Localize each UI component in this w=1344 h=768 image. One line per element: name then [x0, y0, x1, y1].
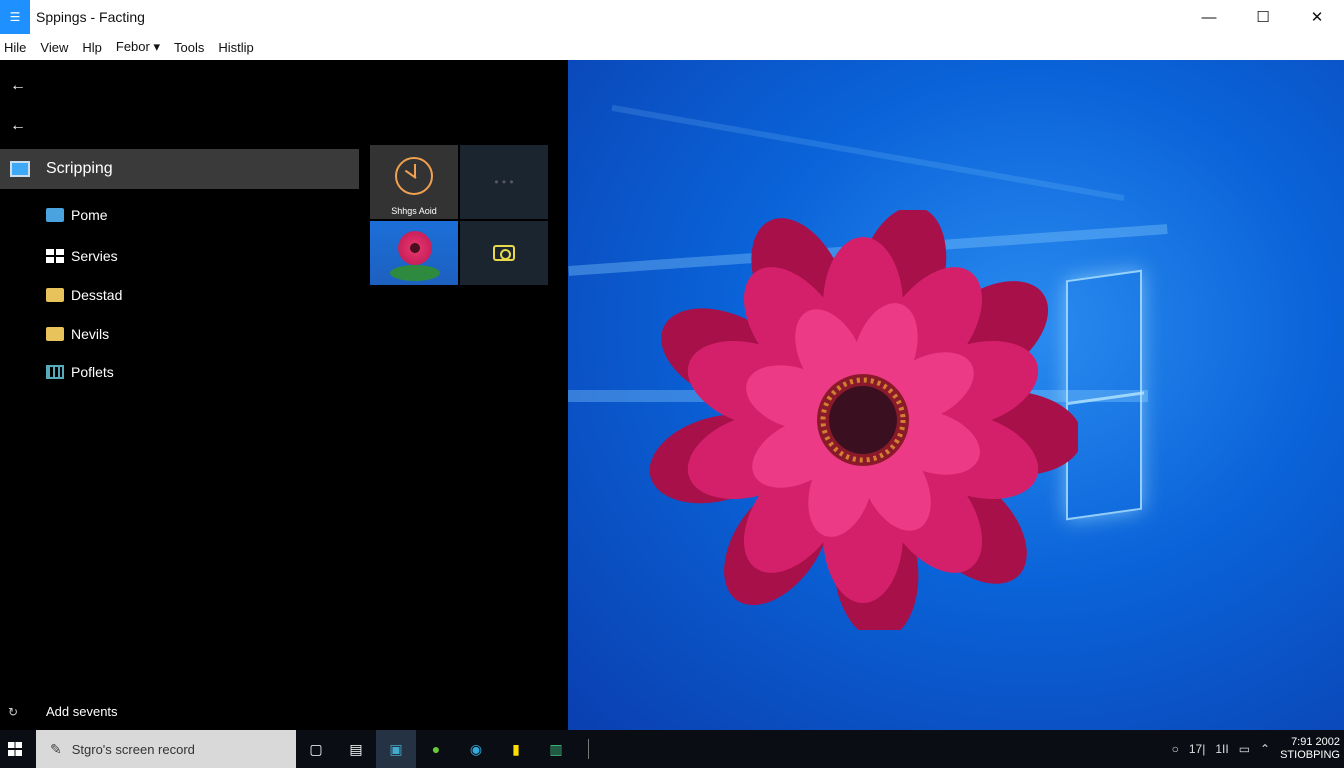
more-icon: • • •: [494, 175, 514, 189]
pink-flower-image: [649, 210, 1078, 630]
tile-flower-thumbnail[interactable]: [370, 221, 458, 285]
tray-indicator[interactable]: 17|: [1189, 742, 1205, 756]
sidebar-item-servies[interactable]: Servies: [46, 245, 118, 267]
title-bar: ☰ Sppings - Facting — ☐ ✕: [0, 0, 1344, 34]
flower-thumbnail-icon: [398, 231, 432, 265]
sidebar-item-scripping[interactable]: Scripping: [0, 149, 359, 189]
add-sevents-label: Add sevents: [46, 704, 118, 719]
folder-blue-icon: [46, 208, 64, 222]
light-beam: [611, 104, 1125, 202]
tile-camera[interactable]: [460, 221, 548, 285]
browser-icon[interactable]: ◉: [456, 730, 496, 768]
system-tray: ○ 17| 1II ▭ ⌃ 7:91 2002 STIOBPING: [1172, 730, 1344, 768]
tray-indicator-2[interactable]: 1II: [1215, 742, 1228, 756]
menu-bar: Hile View Hlp Febor ▾ Tools Histlip: [0, 34, 1344, 60]
sidebar-item-label: Pome: [71, 207, 108, 223]
xbox-icon[interactable]: ●: [416, 730, 456, 768]
keyboard-icon[interactable]: ▭: [1239, 742, 1250, 756]
store-icon[interactable]: ▣: [376, 730, 416, 768]
monitor-icon: [10, 161, 30, 177]
tile-more[interactable]: • • •: [460, 145, 548, 219]
clock-subtext: STIOBPING: [1280, 749, 1340, 761]
sidebar-item-pome[interactable]: Pome: [46, 204, 108, 226]
window-title: Sppings - Facting: [36, 9, 145, 25]
sidebar-item-label: Scripping: [46, 160, 113, 177]
taskbar-search-box[interactable]: ✎ Stgro's screen record: [36, 730, 296, 768]
folder-icon: [46, 288, 64, 302]
menu-view[interactable]: View: [40, 40, 68, 55]
camera-icon: [493, 245, 515, 261]
app-grid-icon[interactable]: ▥: [536, 730, 576, 768]
taskbar: ✎ Stgro's screen record ▢ ▤ ▣ ● ◉ ▮ ▥ ○ …: [0, 730, 1344, 768]
sidebar-item-label: Nevils: [71, 326, 110, 342]
chevron-up-icon[interactable]: ⌃: [1260, 742, 1270, 756]
sidebar-item-label: Poflets: [71, 364, 114, 380]
menu-help[interactable]: Hlp: [82, 40, 102, 55]
menu-file[interactable]: Hile: [4, 40, 26, 55]
folder-icon: [46, 327, 64, 341]
taskbar-separator: [588, 739, 589, 759]
menu-febor[interactable]: Febor ▾: [116, 39, 160, 55]
grid-icon: [46, 365, 64, 379]
app-menu-icon[interactable]: ☰: [0, 0, 30, 34]
sidebar-item-poflets[interactable]: Poflets: [46, 361, 114, 383]
task-view-icon[interactable]: ▢: [296, 730, 336, 768]
taskbar-clock[interactable]: 7:91 2002 STIOBPING: [1280, 736, 1340, 762]
search-placeholder: Stgro's screen record: [71, 741, 195, 757]
back-arrow-icon[interactable]: ←: [8, 76, 28, 96]
tile-label: Shhgs Aoid: [391, 206, 437, 216]
refresh-icon: ↻: [8, 704, 19, 719]
window-controls: — ☐ ✕: [1182, 0, 1344, 34]
tile-clock[interactable]: Shhgs Aoid: [370, 145, 458, 219]
search-icon: ✎: [50, 740, 62, 757]
start-button[interactable]: [0, 730, 30, 768]
clock-time: 7:91 2002: [1291, 736, 1340, 748]
desktop-wallpaper: [568, 60, 1344, 730]
sidebar-item-nevils[interactable]: Nevils: [46, 323, 109, 345]
sidebar-item-label: Servies: [71, 248, 118, 264]
menu-histlip[interactable]: Histlip: [218, 40, 253, 55]
leaf-shape: [390, 265, 440, 281]
windows-icon: [8, 742, 22, 756]
notification-icon[interactable]: ○: [1172, 742, 1179, 756]
file-explorer-icon[interactable]: ▤: [336, 730, 376, 768]
sidebar-item-label: Desstad: [71, 287, 123, 303]
navigation-pane: ← ← Scripping Pome Servies Desstad Nevil…: [0, 60, 568, 730]
sticky-notes-icon[interactable]: ▮: [496, 730, 536, 768]
windows-icon: [46, 249, 64, 263]
minimize-button[interactable]: —: [1182, 0, 1236, 34]
back-arrow-icon-secondary[interactable]: ←: [8, 116, 28, 136]
clock-icon: [395, 157, 433, 195]
sidebar-item-desstad[interactable]: Desstad: [46, 284, 122, 306]
add-sevents-button[interactable]: ↻ Add sevents: [8, 704, 118, 719]
menu-tools[interactable]: Tools: [174, 40, 204, 55]
close-button[interactable]: ✕: [1290, 0, 1344, 34]
maximize-button[interactable]: ☐: [1236, 0, 1290, 34]
